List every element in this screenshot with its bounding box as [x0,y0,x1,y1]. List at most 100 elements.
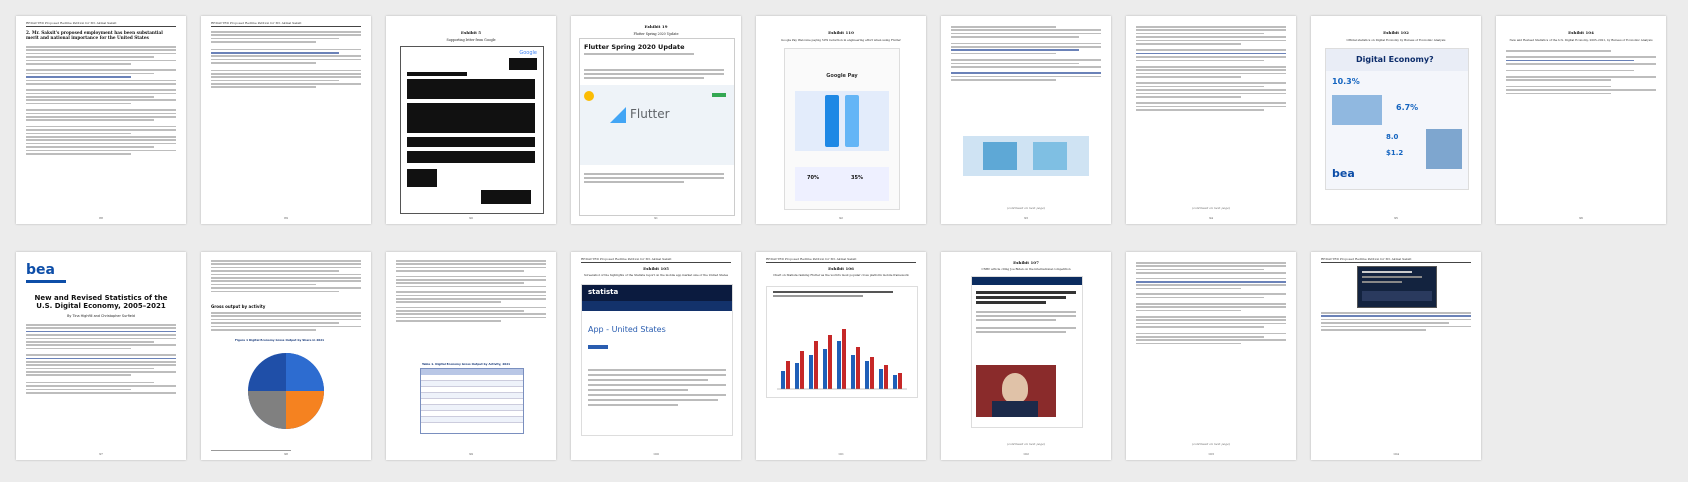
page-number: 101 [838,452,844,456]
body-text [951,26,1101,82]
bea-logo-bar [26,280,66,283]
exhibit-label: Exhibit 110 [828,30,854,35]
page-thumbnail[interactable]: REDACTED Proposed Redline Petition for M… [201,16,371,224]
body-text [211,260,361,294]
page-thumbnail[interactable]: (continued on next page) 93 [941,16,1111,224]
letter-image: Google [400,46,544,214]
page-thumbnail[interactable]: Table 1. Digital Economy Gross Output by… [386,252,556,460]
page-number: 102 [1023,452,1029,456]
page-number: 91 [654,216,658,220]
exhibit-label: Exhibit 106 [828,266,854,271]
page-thumbnail[interactable]: REDACTED Proposed Redline Petition for M… [756,252,926,460]
page-thumbnail[interactable]: Exhibit 19 Flutter Spring 2020 Update Fl… [571,16,741,224]
exhibit-caption: Official statistics on Digital Economy b… [1346,38,1446,42]
continued-note: (continued on next page) [1006,442,1046,446]
body-text [396,260,546,324]
exhibit-caption: New and Revised Statistics of the U.S. D… [1509,38,1653,42]
cover-title: New and Revised Statistics of the U.S. D… [34,294,168,310]
page-number: 94 [1209,216,1213,220]
stat-value: 6.7% [1396,103,1419,112]
stat-value: 35% [851,175,863,181]
google-pay-logo: Google Pay [826,73,858,79]
page-number: 104 [1393,452,1399,456]
continued-note: (continued on next page) [1191,442,1231,446]
exhibit-caption: Chart on Statista ranking Flutter as the… [773,273,909,277]
footnote-rule [211,450,291,451]
exhibit-label: Exhibit 104 [1568,30,1594,35]
data-table [420,368,524,434]
section-title: 2. Mr. Saksit's proposed employment has … [26,30,163,40]
page-thumbnail[interactable]: REDACTED Proposed Redline Petition for M… [1311,252,1481,460]
page-thumbnail[interactable]: (continued on next page) 94 [1126,16,1296,224]
page-number: 100 [653,452,659,456]
cnbc-article-screenshot [971,276,1083,428]
bea-logo: bea [26,262,55,278]
header-rule [26,26,176,27]
document-page-grid: REDACTED Proposed Redline Petition for M… [16,16,1672,466]
body-text [211,312,361,332]
page-number: 88 [99,216,103,220]
stat-value: $1.2 [1386,149,1404,157]
article-screenshot: Flutter Spring 2020 Update Flutter [579,38,735,216]
google-pay-screenshot: Google Pay 70% 35% [784,48,900,210]
page-thumbnail[interactable]: Exhibit 110 Google Pay Welcome paying 50… [756,16,926,224]
infographic-headline: Digital Economy? [1356,55,1434,64]
article-title: Flutter Spring 2020 Update [584,43,685,51]
body-text [1136,262,1286,346]
exhibit-label: Exhibit 19 [644,24,668,29]
exhibit-label: Exhibit 105 [643,266,669,271]
stat-value: 10.3% [1332,77,1360,86]
exhibit-label: Exhibit 102 [1383,30,1409,35]
page-thumbnail[interactable]: Exhibit 5 Supporting letter from Google … [386,16,556,224]
page-thumbnail[interactable]: REDACTED Proposed Redline Petition for M… [16,16,186,224]
exhibit-caption: Google Pay Welcome paying 50% reduction … [781,38,901,42]
exhibit-caption: Supporting letter from Google [446,38,496,42]
bea-logo: bea [1332,167,1355,180]
page-thumbnail[interactable]: bea New and Revised Statistics of the U.… [16,252,186,460]
exhibit-caption: Flutter Spring 2020 Update [633,32,679,36]
exhibit-label: Exhibit 107 [1013,260,1039,265]
bar-chart [777,329,907,390]
report-title: App - United States [588,325,666,334]
page-number: 99 [469,452,473,456]
page-thumbnail[interactable]: REDACTED Proposed Redline Petition for M… [571,252,741,460]
page-thumbnail[interactable]: Gross output by activity Figure 1 Digita… [201,252,371,460]
bar-chart-screenshot [766,286,918,398]
cover-authors: By Tina Highfill and Christopher Surfiel… [67,314,135,318]
continued-note: (continued on next page) [1006,206,1046,210]
page-thumbnail[interactable]: Exhibit 107 CNBC article citing Joe Bide… [941,252,1111,460]
stat-value: 70% [807,175,819,181]
body-text [1136,26,1286,113]
exhibit-label: Exhibit 5 [460,30,482,35]
page-number: 97 [99,452,103,456]
body-text [1321,312,1471,332]
header-rule [766,262,916,263]
article-image [963,136,1089,176]
body-text [1506,50,1656,96]
page-number: 103 [1208,452,1214,456]
statista-screenshot: statista App - United States [581,284,733,436]
page-number: 89 [284,216,288,220]
body-text [211,31,361,90]
page-thumbnail[interactable]: (continued on next page) 103 [1126,252,1296,460]
section-heading: Gross output by activity [211,304,266,309]
stat-value: 8.0 [1386,133,1399,141]
page-number: 90 [469,216,473,220]
statista-logo: statista [588,288,619,296]
body-text [26,324,176,395]
article-image [1357,266,1437,308]
page-number: 95 [1394,216,1398,220]
page-thumbnail[interactable]: Exhibit 104 New and Revised Statistics o… [1496,16,1666,224]
exhibit-caption: Screenshot of the highlights of the Stat… [583,273,729,277]
page-thumbnail[interactable]: Exhibit 102 Official statistics on Digit… [1311,16,1481,224]
header-rule [1321,262,1471,263]
flutter-logo: Flutter [630,107,670,121]
continued-note: (continued on next page) [1191,206,1231,210]
page-number: 98 [284,452,288,456]
pie-chart [248,353,324,429]
page-number: 92 [839,216,843,220]
page-number: 96 [1579,216,1583,220]
header-rule [211,26,361,27]
exhibit-caption: CNBC article citing Joe Biden on the int… [981,267,1071,271]
page-number: 93 [1024,216,1028,220]
